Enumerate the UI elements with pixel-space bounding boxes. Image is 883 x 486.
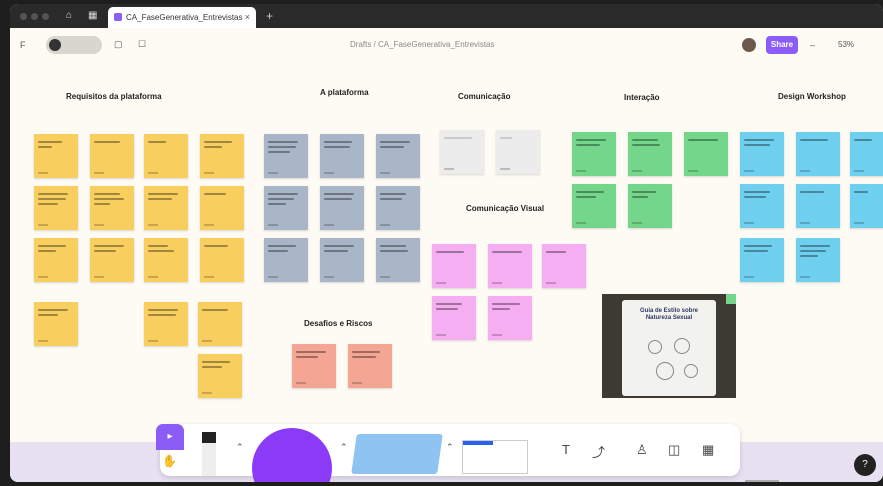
sticky-note[interactable] — [684, 132, 728, 176]
table-icon[interactable]: ▦ — [702, 442, 714, 458]
sticky-note[interactable] — [796, 184, 840, 228]
browser-tab[interactable]: CA_FaseGenerativa_Entrevistas × — [108, 7, 256, 28]
sticky-note[interactable] — [376, 238, 420, 282]
sticky-note[interactable] — [200, 238, 244, 282]
window-dot[interactable] — [42, 13, 49, 20]
sticky-note[interactable] — [432, 244, 476, 288]
section-title[interactable]: Comunicação — [458, 92, 510, 101]
sticky-note[interactable] — [264, 134, 308, 178]
home-icon[interactable]: ⌂ — [66, 10, 72, 21]
section-title[interactable]: Requisitos da plataforma — [66, 92, 162, 101]
sticky-note[interactable] — [320, 134, 364, 178]
share-button[interactable]: Share — [766, 36, 798, 54]
sticky-note[interactable] — [90, 238, 134, 282]
main-menu-button[interactable]: F — [20, 40, 26, 50]
document-title[interactable]: Drafts / CA_FaseGenerativa_Entrevistas — [350, 40, 495, 49]
sticky-note[interactable] — [200, 186, 244, 230]
sticky-note[interactable] — [34, 186, 78, 230]
sticky-note[interactable] — [850, 184, 883, 228]
app-window: ⌂ ▦ CA_FaseGenerativa_Entrevistas × + F … — [10, 4, 883, 482]
sticky-note[interactable] — [542, 244, 586, 288]
sticky-note[interactable] — [90, 134, 134, 178]
sticky-note[interactable] — [440, 130, 484, 174]
section-title[interactable]: Interação — [624, 93, 660, 102]
zoom-control[interactable]: 53% — [838, 40, 854, 49]
photo-image[interactable]: Guia de Estilo sobre Natureza Sexual — [602, 294, 736, 398]
sticky-note[interactable] — [90, 186, 134, 230]
sticky-note[interactable] — [320, 186, 364, 230]
sticky-note[interactable] — [198, 302, 242, 346]
tab-title: CA_FaseGenerativa_Entrevistas — [126, 13, 243, 22]
text-tool[interactable]: T — [562, 442, 570, 457]
comment-icon[interactable]: ☐ — [138, 39, 146, 50]
sticky-note[interactable] — [376, 134, 420, 178]
sticky-note[interactable] — [850, 132, 883, 176]
section-title[interactable]: Comunicação Visual — [466, 204, 544, 213]
home-indicator — [745, 480, 779, 482]
marker-tool[interactable] — [202, 432, 216, 476]
window-dot[interactable] — [20, 13, 27, 20]
chevron-up-icon[interactable]: ⌃ — [236, 442, 244, 453]
sticky-note[interactable] — [144, 186, 188, 230]
cursor-icon[interactable]: ▸ — [156, 424, 184, 450]
section-title[interactable]: Desafios e Riscos — [304, 319, 372, 328]
photo-title: Guia de Estilo sobre Natureza Sexual — [639, 308, 698, 321]
grid-icon[interactable]: ▦ — [88, 10, 97, 21]
close-icon[interactable]: × — [245, 12, 250, 22]
chevron-up-icon[interactable]: ⌃ — [340, 442, 348, 453]
new-tab-button[interactable]: + — [266, 9, 273, 23]
sticky-note[interactable] — [264, 186, 308, 230]
figjam-icon — [114, 13, 122, 21]
sticky-note[interactable] — [348, 344, 392, 388]
sticky-note[interactable] — [628, 132, 672, 176]
sticky-note[interactable] — [496, 130, 540, 174]
more-icon[interactable]: – — [810, 40, 815, 50]
chevron-up-icon[interactable]: ⌃ — [446, 442, 454, 453]
sticky-note[interactable] — [488, 244, 532, 288]
sticky-note[interactable] — [144, 134, 188, 178]
sticky-note[interactable] — [34, 134, 78, 178]
sticky-note[interactable] — [740, 238, 784, 282]
sticky-note[interactable] — [320, 238, 364, 282]
sticky-note[interactable] — [144, 302, 188, 346]
hand-icon[interactable]: ✋ — [162, 454, 177, 468]
sticky-note[interactable] — [144, 238, 188, 282]
sticky-note[interactable] — [796, 238, 840, 282]
sticky-note[interactable] — [292, 344, 336, 388]
sticky-note[interactable] — [740, 132, 784, 176]
sticky-note[interactable] — [796, 132, 840, 176]
sticky-note[interactable] — [264, 238, 308, 282]
browser-chrome: ⌂ ▦ CA_FaseGenerativa_Entrevistas × + — [10, 4, 883, 28]
sticky-note[interactable] — [572, 132, 616, 176]
sticky-note[interactable] — [488, 296, 532, 340]
sticky-note[interactable] — [34, 238, 78, 282]
sticky-note[interactable] — [432, 296, 476, 340]
sticky-note[interactable] — [198, 354, 242, 398]
stamp-icon[interactable]: ♙ — [636, 442, 648, 458]
window-dot[interactable] — [31, 13, 38, 20]
sticky-note[interactable] — [740, 184, 784, 228]
logo-icon — [49, 39, 61, 51]
avatar[interactable] — [742, 38, 756, 52]
sticky-note[interactable] — [34, 302, 78, 346]
photo-paper: Guia de Estilo sobre Natureza Sexual — [622, 300, 716, 396]
sticky-note[interactable] — [572, 184, 616, 228]
sticky-note[interactable] — [376, 186, 420, 230]
pages-icon[interactable]: ▢ — [114, 39, 123, 50]
section-title[interactable]: Design Workshop — [778, 92, 846, 101]
file-logo[interactable] — [46, 36, 102, 54]
connector-tool[interactable]: ⤴ — [592, 442, 605, 461]
section-title[interactable]: A plataforma — [320, 88, 369, 97]
help-button[interactable]: ? — [854, 454, 876, 476]
sticky-note[interactable] — [726, 294, 736, 304]
section-icon[interactable]: ◫ — [668, 442, 680, 458]
sticky-note-tool[interactable] — [351, 434, 443, 474]
table-tool[interactable] — [462, 440, 528, 474]
sticky-note[interactable] — [628, 184, 672, 228]
sticky-note[interactable] — [200, 134, 244, 178]
